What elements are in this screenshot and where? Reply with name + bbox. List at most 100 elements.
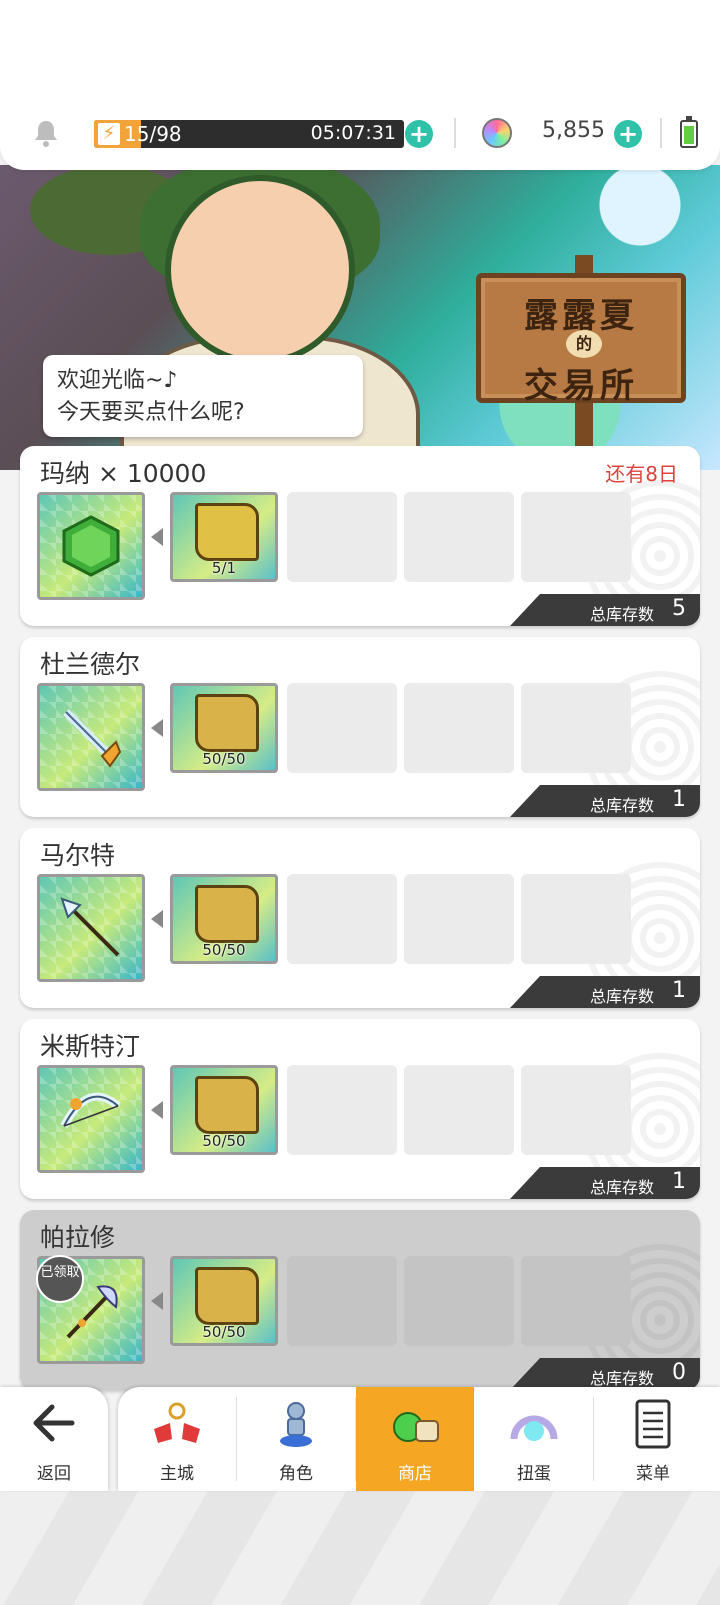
menu-icon [635, 1399, 671, 1449]
stock-label: 总库存数 [590, 1369, 655, 1388]
exchange-arrow-icon [151, 1101, 163, 1119]
exchange-arrow-icon [151, 1292, 163, 1310]
green-gem-icon [62, 515, 120, 577]
tab-label: 主城 [160, 1464, 194, 1484]
sword-icon [63, 709, 122, 768]
empty-slot [521, 1256, 631, 1346]
stock-count: 5 [672, 596, 686, 621]
add-energy-button[interactable]: + [405, 120, 433, 148]
notification-bell-icon[interactable] [32, 118, 60, 148]
stock-banner: 总库存数 5 [510, 594, 700, 626]
item-title: 马尔特 [40, 841, 116, 870]
tab-label: 菜单 [636, 1464, 670, 1484]
weapon-scroll-icon [195, 1267, 259, 1325]
empty-slot [404, 1256, 514, 1346]
weapon-scroll-icon [195, 694, 259, 752]
empty-slot [521, 683, 631, 773]
cost-quantity: 50/50 [202, 1323, 246, 1341]
stock-label: 总库存数 [590, 1178, 655, 1197]
cost-quantity: 50/50 [202, 941, 246, 959]
tab-shop[interactable]: 商店 [356, 1387, 474, 1491]
tab-menu[interactable]: 菜单 [594, 1387, 712, 1491]
empty-slot [521, 492, 631, 582]
reward-slot[interactable]: 已领取 [36, 1255, 145, 1364]
empty-slot [287, 1065, 397, 1155]
stock-label: 总库存数 [590, 796, 655, 815]
shop-sign: 露露夏 的 交易所 [476, 273, 686, 406]
spear-icon [60, 897, 120, 957]
stock-count: 1 [672, 1169, 686, 1194]
weapon-scroll-icon [195, 1076, 259, 1134]
battery-icon [680, 116, 698, 148]
gacha-icon [510, 1415, 558, 1441]
claimed-badge: 已领取 [36, 1255, 84, 1303]
exchange-arrow-icon [151, 910, 163, 928]
back-arrow-icon [33, 1404, 75, 1442]
empty-slot [404, 1065, 514, 1155]
stock-label: 总库存数 [590, 605, 655, 624]
footer-background [0, 1491, 720, 1605]
rainbow-gem-icon [482, 118, 512, 148]
shop-item-card[interactable]: 杜兰德尔 50/50 总库存数 1 [20, 637, 700, 817]
stock-banner: 总库存数 1 [510, 785, 700, 817]
cost-slot[interactable]: 50/50 [170, 1256, 278, 1346]
empty-slot [404, 492, 514, 582]
tab-town[interactable]: 主城 [118, 1387, 236, 1491]
item-title: 帕拉修 [40, 1223, 116, 1252]
stock-label: 总库存数 [590, 987, 655, 1006]
cost-quantity: 50/50 [202, 750, 246, 768]
character-portrait [165, 175, 355, 365]
back-button[interactable]: 返回 [0, 1387, 108, 1491]
tab-label: 角色 [279, 1464, 313, 1484]
divider [660, 118, 662, 148]
reward-slot[interactable] [37, 683, 145, 791]
top-status-bar: ⚡ 15/98 05:07:31 + 5,855 + [0, 0, 720, 170]
item-title: 杜兰德尔 [40, 650, 141, 679]
cost-slot[interactable]: 50/50 [170, 874, 278, 964]
empty-slot [287, 683, 397, 773]
nav-tab-strip: 主城 角色 商店 扭蛋 菜单 [118, 1387, 720, 1491]
deadline-label: 还有8日 [605, 462, 678, 486]
reward-slot[interactable] [37, 492, 145, 600]
cost-slot[interactable]: 5/1 [170, 492, 278, 582]
cost-slot[interactable]: 50/50 [170, 1065, 278, 1155]
lightning-icon: ⚡ [98, 123, 120, 145]
empty-slot [404, 874, 514, 964]
energy-bar: ⚡ 15/98 05:07:31 [94, 120, 404, 148]
tab-gacha[interactable]: 扭蛋 [475, 1387, 593, 1491]
speech-bubble: 欢迎光临~♪ 今天要买点什么呢? [43, 355, 363, 437]
tab-label: 商店 [398, 1464, 432, 1484]
empty-slot [404, 683, 514, 773]
reward-slot[interactable] [37, 874, 145, 982]
shop-icon [393, 1412, 439, 1442]
exchange-arrow-icon [151, 528, 163, 546]
shop-item-card[interactable]: 马尔特 50/50 总库存数 1 [20, 828, 700, 1008]
item-title: 米斯特汀 [40, 1032, 141, 1061]
bottom-navigation: 返回 主城 角色 商店 扭蛋 菜单 [0, 1387, 720, 1491]
stock-banner: 总库存数 1 [510, 1167, 700, 1199]
empty-slot [521, 1065, 631, 1155]
shop-item-card-claimed[interactable]: 帕拉修 已领取 50/50 总库存数 0 [20, 1210, 700, 1390]
divider [454, 118, 456, 148]
empty-slot [287, 1256, 397, 1346]
tab-character[interactable]: 角色 [237, 1387, 355, 1491]
add-gems-button[interactable]: + [614, 120, 642, 148]
gem-count: 5,855 [542, 118, 605, 143]
tab-label: 扭蛋 [517, 1464, 551, 1484]
item-title: 玛纳 × 10000 [40, 459, 207, 488]
back-label: 返回 [37, 1464, 71, 1484]
greeting-line-1: 欢迎光临~♪ [57, 368, 178, 393]
shop-item-card[interactable]: 玛纳 × 10000 还有8日 5/1 总库存数 5 [20, 446, 700, 626]
weapon-scroll-icon [195, 885, 259, 943]
town-icon [154, 1402, 200, 1443]
cost-quantity: 5/1 [211, 559, 237, 577]
stock-count: 1 [672, 787, 686, 812]
shop-item-card[interactable]: 米斯特汀 50/50 总库存数 1 [20, 1019, 700, 1199]
cost-slot[interactable]: 50/50 [170, 683, 278, 773]
empty-slot [287, 492, 397, 582]
exchange-arrow-icon [151, 719, 163, 737]
stock-count: 0 [672, 1360, 686, 1385]
bow-icon [60, 1092, 121, 1128]
cost-quantity: 50/50 [202, 1132, 246, 1150]
reward-slot[interactable] [37, 1065, 145, 1173]
